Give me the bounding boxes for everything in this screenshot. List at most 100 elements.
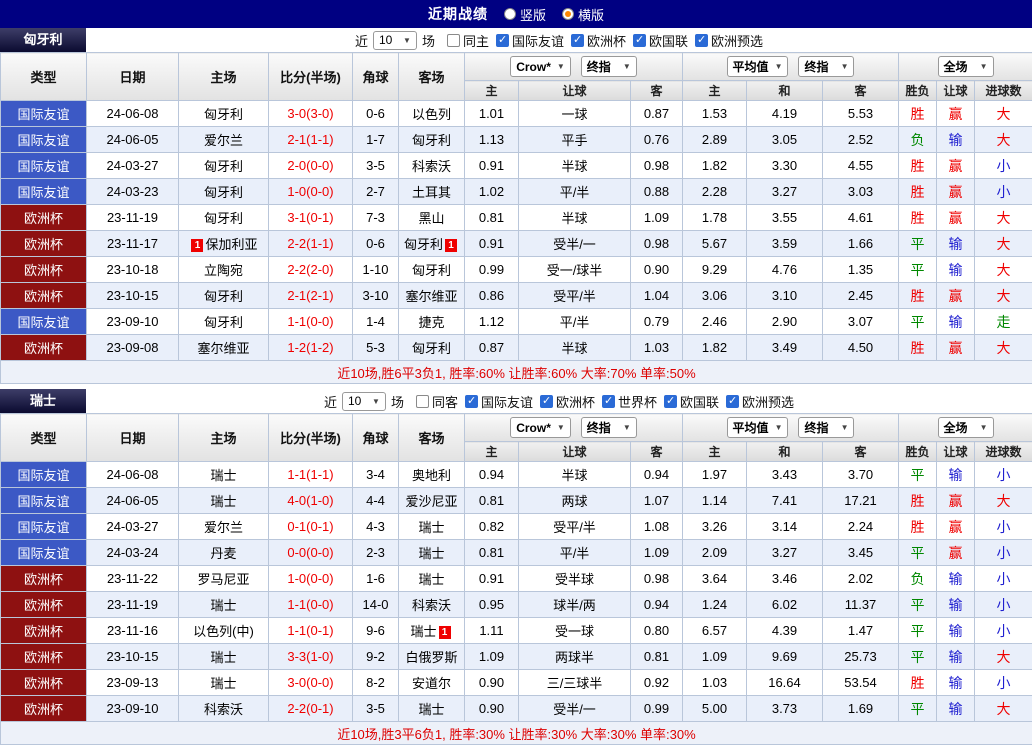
checkbox-icon[interactable] [540,395,553,408]
home-team-name[interactable]: 匈牙利 [204,185,243,200]
checkbox-icon[interactable] [465,395,478,408]
league-filter-checkbox[interactable]: 国际友谊 [496,31,564,50]
home-team-name[interactable]: 塞尔维亚 [197,341,249,356]
away-team-name[interactable]: 匈牙利 [412,133,451,148]
score-cell[interactable]: 1-0(0-0) [269,566,353,592]
match-count-select[interactable]: 10 ▼ [373,31,417,50]
home-team-name[interactable]: 匈牙利 [204,107,243,122]
away-team-name[interactable]: 匈牙利 [412,263,451,278]
score-cell[interactable]: 2-2(2-0) [269,257,353,283]
score-cell[interactable]: 3-3(1-0) [269,644,353,670]
away-team-name[interactable]: 奥地利 [412,468,451,483]
league-filter-checkbox[interactable]: 欧洲预选 [695,31,763,50]
away-team-name[interactable]: 瑞士 [418,572,444,587]
away-team-name[interactable]: 瑞士 [418,702,444,717]
col-away: 客场 [399,53,465,101]
score-cell[interactable]: 2-2(0-1) [269,696,353,722]
bookmaker-select[interactable]: Crow* ▼ [510,417,571,438]
score-cell[interactable]: 0-1(0-1) [269,514,353,540]
score-cell[interactable]: 1-1(1-1) [269,462,353,488]
away-team-name[interactable]: 安道尔 [412,676,451,691]
away-team-name[interactable]: 黑山 [418,211,444,226]
match-count-select[interactable]: 10 ▼ [342,392,386,411]
asian-final-odds-select[interactable]: 终指 ▼ [581,56,637,77]
asian-final-odds-select[interactable]: 终指 ▼ [581,417,637,438]
score-cell[interactable]: 1-1(0-0) [269,592,353,618]
away-team-name[interactable]: 科索沃 [412,159,451,174]
home-team-name[interactable]: 匈牙利 [204,159,243,174]
score-cell[interactable]: 1-2(1-2) [269,335,353,361]
layout-option-vertical[interactable]: 竖版 [504,5,546,24]
scope-select[interactable]: 全场 ▼ [938,417,994,438]
score-cell[interactable]: 2-1(1-1) [269,127,353,153]
score-cell[interactable]: 3-0(3-0) [269,101,353,127]
home-team-name[interactable]: 匈牙利 [204,315,243,330]
home-team-name[interactable]: 爱尔兰 [204,133,243,148]
league-filter-checkbox[interactable]: 同客 [416,392,458,411]
score-cell[interactable]: 3-0(0-0) [269,670,353,696]
league-filter-checkbox[interactable]: 欧国联 [633,31,688,50]
average-odds-select[interactable]: 平均值 ▼ [727,417,789,438]
home-team-name[interactable]: 罗马尼亚 [197,572,249,587]
home-team-name[interactable]: 瑞士 [210,494,236,509]
league-filter-checkbox[interactable]: 世界杯 [602,392,657,411]
away-team-name[interactable]: 爱沙尼亚 [405,494,457,509]
checkbox-icon[interactable] [416,395,429,408]
checkbox-icon[interactable] [664,395,677,408]
checkbox-icon[interactable] [447,34,460,47]
score-cell[interactable]: 3-1(0-1) [269,205,353,231]
home-team-name[interactable]: 科索沃 [204,702,243,717]
score-cell[interactable]: 1-0(0-0) [269,179,353,205]
away-team-name[interactable]: 塞尔维亚 [405,289,457,304]
league-filter-checkbox[interactable]: 欧国联 [664,392,719,411]
home-team-name[interactable]: 瑞士 [210,598,236,613]
away-team-name[interactable]: 匈牙利 [412,341,451,356]
league-filter-checkbox[interactable]: 欧洲预选 [726,392,794,411]
away-team-name[interactable]: 瑞士 [418,546,444,561]
home-team-name[interactable]: 以色列(中) [193,624,254,639]
league-filter-checkbox[interactable]: 同主 [447,31,489,50]
away-team-name[interactable]: 土耳其 [412,185,451,200]
home-team-name[interactable]: 立陶宛 [204,263,243,278]
score-cell[interactable]: 2-0(0-0) [269,153,353,179]
layout-option-horizontal[interactable]: 横版 [562,5,604,24]
league-filter-checkbox[interactable]: 国际友谊 [465,392,533,411]
euro-final-odds-select[interactable]: 终指 ▼ [798,417,854,438]
checkbox-icon[interactable] [726,395,739,408]
score-cell[interactable]: 1-1(0-1) [269,618,353,644]
euro-final-odds-select[interactable]: 终指 ▼ [798,56,854,77]
checkbox-icon[interactable] [496,34,509,47]
home-team-name[interactable]: 保加利亚 [205,237,257,252]
checkbox-icon[interactable] [633,34,646,47]
radio-horizontal-icon[interactable] [562,8,574,20]
home-team-name[interactable]: 爱尔兰 [204,520,243,535]
score-cell[interactable]: 0-0(0-0) [269,540,353,566]
away-team-name[interactable]: 瑞士 [410,624,436,639]
bookmaker-select[interactable]: Crow* ▼ [510,56,571,77]
checkbox-icon[interactable] [571,34,584,47]
league-filter-checkbox[interactable]: 欧洲杯 [571,31,626,50]
home-team-name[interactable]: 瑞士 [210,468,236,483]
home-team-name[interactable]: 瑞士 [210,676,236,691]
away-team-name[interactable]: 捷克 [418,315,444,330]
league-filter-checkbox[interactable]: 欧洲杯 [540,392,595,411]
away-team-name[interactable]: 科索沃 [412,598,451,613]
scope-select[interactable]: 全场 ▼ [938,56,994,77]
score-cell[interactable]: 1-1(0-0) [269,309,353,335]
checkbox-icon[interactable] [695,34,708,47]
average-odds-select[interactable]: 平均值 ▼ [727,56,789,77]
home-team-name[interactable]: 匈牙利 [204,289,243,304]
away-team-name[interactable]: 瑞士 [418,520,444,535]
score-cell[interactable]: 4-0(1-0) [269,488,353,514]
radio-vertical-icon[interactable] [504,8,516,20]
home-team-name[interactable]: 瑞士 [210,650,236,665]
score-cell[interactable]: 2-2(1-1) [269,231,353,257]
home-team-name[interactable]: 丹麦 [210,546,236,561]
score-cell[interactable]: 2-1(2-1) [269,283,353,309]
away-team-name[interactable]: 以色列 [412,107,451,122]
checkbox-icon[interactable] [602,395,615,408]
col-type: 类型 [1,53,87,101]
away-team-name[interactable]: 匈牙利 [404,237,443,252]
home-team-name[interactable]: 匈牙利 [204,211,243,226]
away-team-name[interactable]: 白俄罗斯 [405,650,457,665]
